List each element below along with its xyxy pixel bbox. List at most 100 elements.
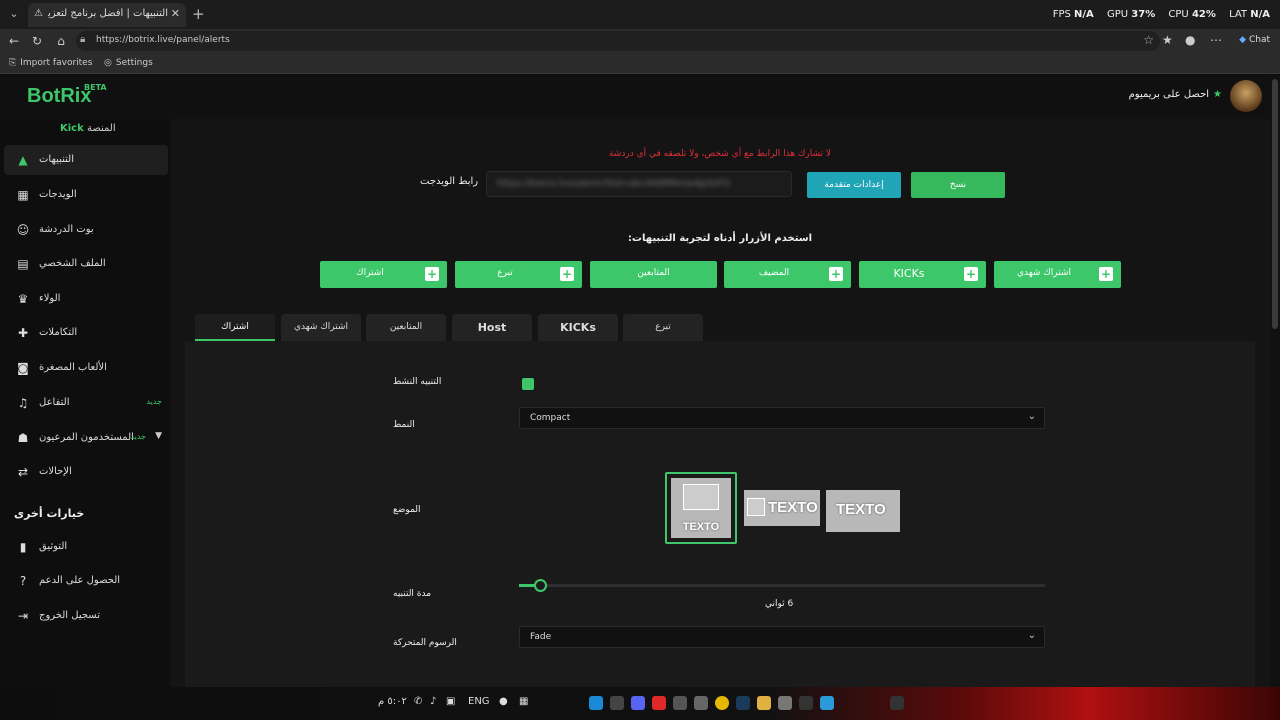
clock[interactable]: ٥:٠٢ م	[378, 696, 407, 707]
youtube-app-icon[interactable]	[652, 696, 666, 710]
warning-text: لا تشارك هذا الرابط مع أي شخص، ولا تلصقه…	[608, 149, 832, 159]
url-field[interactable]: 🔒︎ https://botrix.live/panel/alerts ☆	[76, 31, 1160, 51]
quick-settings-icon[interactable]: ✆	[414, 696, 422, 707]
steam-app-icon[interactable]	[736, 696, 750, 710]
position-option-top-image[interactable]: TEXTO	[665, 472, 737, 544]
sidebar-item-loyalty[interactable]: ♛ الولاء	[4, 284, 168, 314]
sidebar-item-label: بوت الدردشة	[39, 224, 94, 235]
page-scrollbar[interactable]	[1270, 75, 1280, 687]
position-option-text-only[interactable]: TEXTO	[826, 488, 902, 532]
network-icon[interactable]: ▣	[446, 696, 455, 707]
chrome-app-icon[interactable]	[715, 696, 729, 710]
widget-url-field[interactable]: https://botrix.live/alerts?bid=abcXK8MNm…	[486, 171, 792, 197]
more-icon[interactable]: ⋯	[1210, 33, 1222, 47]
screen: { "browser": { "tab_title": "التنبيهات |…	[0, 0, 1280, 720]
settings-app-icon[interactable]	[694, 696, 708, 710]
sidebar-item-alerts[interactable]: ▲ التنبيهات	[4, 145, 168, 175]
lat-value: N/A	[1250, 9, 1270, 20]
mic-icon[interactable]: ●	[499, 696, 508, 707]
test-gift-sub-button[interactable]: اشتراك شهدي +	[994, 261, 1121, 288]
copy-button[interactable]: نسخ	[911, 172, 1005, 198]
sidebar-item-integrations[interactable]: ✚ التكاملات	[4, 318, 168, 348]
test-button-label: المضيف	[758, 268, 790, 278]
plus-icon: +	[1099, 267, 1113, 281]
test-kicks-button[interactable]: KICKs +	[859, 261, 986, 288]
bookmark-star-icon[interactable]: ☆	[1143, 33, 1154, 47]
help-icon: ?	[19, 574, 27, 588]
advanced-settings-button[interactable]: إعدادات متقدمة	[807, 172, 901, 198]
position-text: TEXTO	[836, 501, 886, 518]
sidebar-item-docs[interactable]: ▮ التوثيق	[4, 532, 168, 562]
refresh-icon[interactable]: ↻	[29, 33, 45, 49]
tab-followers[interactable]: المتابعين	[366, 314, 446, 341]
slider-handle[interactable]	[534, 579, 547, 592]
explorer-app-icon[interactable]	[757, 696, 771, 710]
lat-label: LAT	[1229, 9, 1248, 20]
app-icon[interactable]	[778, 696, 792, 710]
tab-menu-icon[interactable]: ⌄	[4, 5, 24, 23]
sidebar-item-minigames[interactable]: ◙ الألعاب المصغرة	[4, 353, 168, 383]
test-host-button[interactable]: المضيف +	[724, 261, 851, 288]
beta-badge: BETA	[84, 83, 107, 92]
volume-icon[interactable]: ♪	[430, 696, 436, 707]
position-option-left-image[interactable]: TEXTO	[744, 488, 820, 528]
sidebar-item-sponsored-users[interactable]: ☗ المستخدمون المرعيون جديد ▼	[4, 423, 168, 453]
plus-icon: +	[829, 267, 843, 281]
app-icon[interactable]	[673, 696, 687, 710]
sidebar-item-support[interactable]: ? الحصول على الدعم	[4, 566, 168, 596]
tab-subscription[interactable]: اشتراك	[195, 314, 275, 341]
browser-tab[interactable]: ⚠ التنبيهات | أفضل برنامج لتعزيز البث ا.…	[28, 3, 186, 27]
edge-app-icon[interactable]	[589, 696, 603, 710]
import-favorites-link[interactable]: ⎘ Import favorites	[9, 58, 92, 68]
tab-gift-sub[interactable]: اشتراك شهدي	[281, 314, 361, 341]
language-indicator[interactable]: ENG	[468, 696, 490, 707]
get-premium-link[interactable]: ★احصل على بريميوم	[1129, 89, 1222, 100]
home-icon[interactable]: ⌂	[53, 33, 69, 49]
duration-slider[interactable]	[519, 579, 1045, 592]
tab-kicks[interactable]: KICKs	[538, 314, 618, 341]
premium-label: احصل على بريميوم	[1128, 89, 1210, 100]
botrix-logo[interactable]: BotRix	[27, 85, 91, 108]
test-followers-button[interactable]: المتابعين	[590, 261, 717, 288]
style-select[interactable]: Compact ⌄	[519, 407, 1045, 429]
robot-icon: ☺	[16, 223, 30, 237]
scrollbar-thumb[interactable]	[1272, 79, 1278, 329]
copilot-chat-button[interactable]: ◆ Chat	[1239, 35, 1270, 45]
music-icon: ♫	[17, 396, 29, 410]
close-tab-icon[interactable]: ✕	[171, 7, 180, 20]
warning-icon: ▲	[18, 153, 28, 167]
tab-host[interactable]: Host	[452, 314, 532, 341]
new-tab-icon[interactable]: +	[192, 5, 205, 23]
back-icon[interactable]: ←	[6, 33, 22, 49]
app-icon[interactable]	[890, 696, 904, 710]
widget-url-label: رابط الويدجت	[420, 176, 479, 187]
sidebar-item-logout[interactable]: ⇥ تسجيل الخروج	[4, 601, 168, 631]
sidebar-item-widgets[interactable]: ▦ الويدجات	[4, 180, 168, 210]
sidebar-item-interaction[interactable]: ♫ التفاعل جديد	[4, 388, 168, 418]
tab-donation[interactable]: تبرع	[623, 314, 703, 341]
plus-icon: +	[560, 267, 574, 281]
test-donation-button[interactable]: تبرع +	[455, 261, 582, 288]
chevron-down-icon[interactable]: ▼	[155, 431, 162, 441]
sidebar-item-chatbot[interactable]: ☺ بوت الدردشة	[4, 215, 168, 245]
perf-overlay: FPS N/A GPU 37% CPU 42% LAT N/A	[1053, 9, 1270, 20]
plus-icon: +	[425, 267, 439, 281]
test-subscription-button[interactable]: اشتراك +	[320, 261, 447, 288]
chat-label: Chat	[1248, 35, 1270, 45]
favorites-icon[interactable]: ★	[1162, 33, 1173, 47]
cpu-label: CPU	[1168, 9, 1189, 20]
user-avatar[interactable]	[1230, 80, 1262, 112]
profile-icon[interactable]: ●	[1185, 33, 1195, 47]
animation-select[interactable]: Fade ⌄	[519, 626, 1045, 648]
settings-link[interactable]: ◎ Settings	[104, 58, 153, 68]
sidebar-item-label: الألعاب المصغرة	[39, 362, 107, 373]
apps-icon[interactable]: ▦	[519, 696, 528, 707]
sidebar-item-profile[interactable]: ▤ الملف الشخصي	[4, 249, 168, 279]
sidebar-item-referrals[interactable]: ⇄ الإحالات	[4, 457, 168, 487]
start-icon[interactable]	[820, 696, 834, 710]
search-icon[interactable]	[799, 696, 813, 710]
app-icon[interactable]	[610, 696, 624, 710]
platform-indicator[interactable]: المنصة Kick	[60, 123, 116, 134]
active-alert-checkbox[interactable]	[522, 378, 534, 390]
discord-app-icon[interactable]	[631, 696, 645, 710]
